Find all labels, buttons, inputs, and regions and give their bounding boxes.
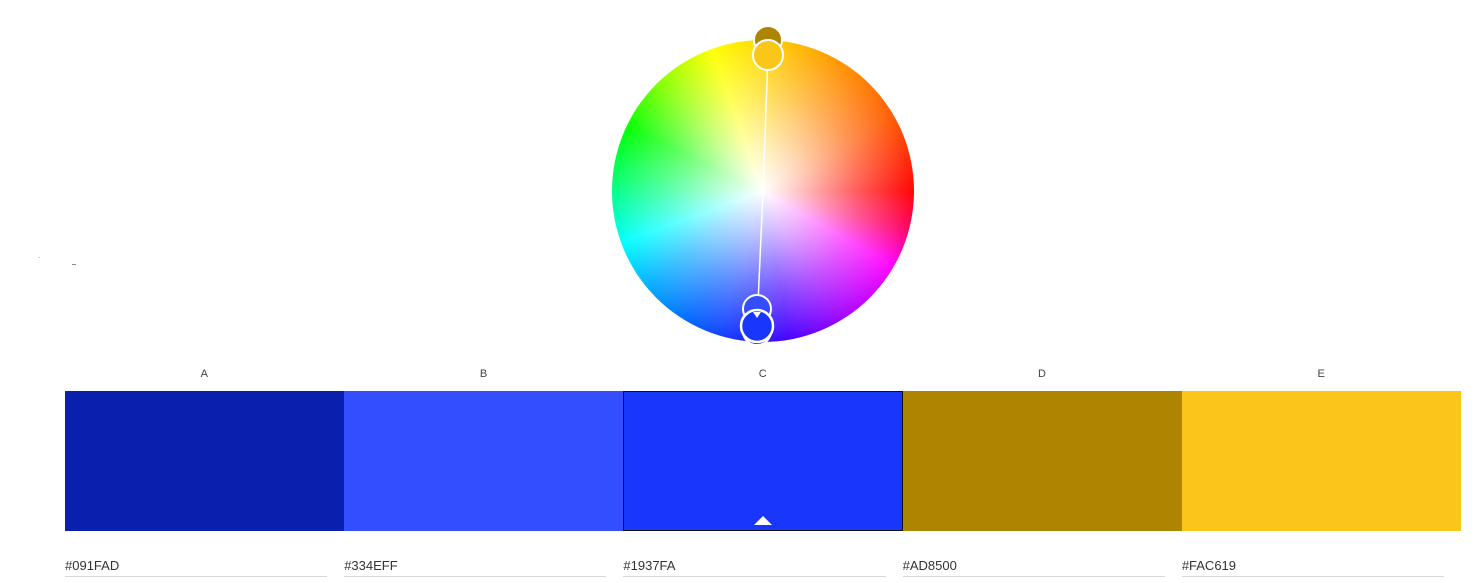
hex-cell-b <box>344 556 623 580</box>
color-wheel[interactable] <box>612 25 914 346</box>
swatch-label-e: E <box>1317 368 1326 380</box>
swatch-b[interactable] <box>343 391 623 531</box>
handle-e[interactable] <box>752 39 784 71</box>
hex-cell-c <box>623 556 902 580</box>
hex-input-a[interactable] <box>65 556 328 577</box>
swatch-a[interactable] <box>65 391 344 531</box>
color-wheel-handles-layer <box>739 25 784 346</box>
swatch-c[interactable] <box>622 391 904 531</box>
hex-inputs <box>65 556 1461 580</box>
swatch-label-c: C <box>758 368 768 380</box>
swatch-strip <box>65 391 1461 531</box>
hex-cell-d <box>902 556 1182 580</box>
color-theme-editor: A B C D E <box>0 0 1483 583</box>
hex-cell-e <box>1181 556 1461 580</box>
hex-input-d[interactable] <box>902 556 1165 577</box>
swatch-labels: A B C D E <box>65 368 1461 382</box>
decorative-dash <box>72 264 76 265</box>
swatch-label-a: A <box>200 368 209 380</box>
swatch-d[interactable] <box>903 391 1183 531</box>
swatch-label-b: B <box>479 368 488 380</box>
hex-input-c[interactable] <box>623 556 886 577</box>
decorative-dot <box>38 257 40 258</box>
caret-up-icon <box>753 516 772 525</box>
hex-input-b[interactable] <box>344 556 607 577</box>
swatch-e[interactable] <box>1182 391 1461 531</box>
hex-input-e[interactable] <box>1181 556 1445 577</box>
swatch-label-d: D <box>1037 368 1047 380</box>
hex-cell-a <box>65 556 344 580</box>
connector-line-top <box>762 54 769 192</box>
